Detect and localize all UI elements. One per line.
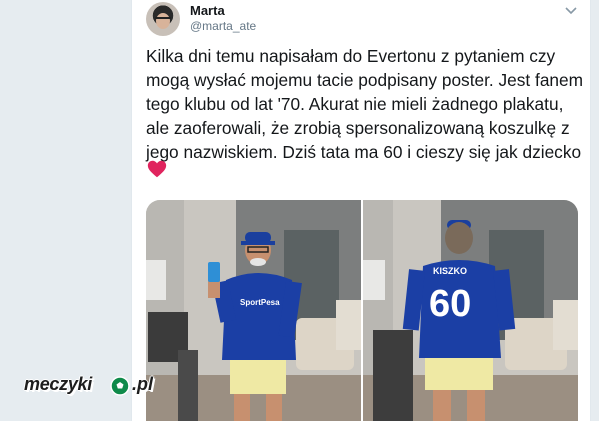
chevron-down-icon[interactable] [564,4,578,18]
avatar-glasses [155,17,171,23]
football-icon [110,376,130,396]
watermark-suffix: .pl [132,374,153,394]
tweet-text: Kilka dni temu napisałam do Evertonu z p… [146,46,584,162]
shirt-sponsor: SportPesa [240,298,280,307]
tweet-card: Marta @marta_ate Kilka dni temu napisała… [131,0,591,421]
photo-back[interactable]: KISZKO 60 [363,200,578,421]
profile-avatar[interactable] [146,2,180,36]
shirt-name: KISZKO [433,266,467,276]
photo-front[interactable]: SportPesa [146,200,361,421]
watermark-text: meczyki [24,374,92,394]
tweet-photos: SportPesa KISZKO 60 [146,200,578,421]
shirt-number: 60 [429,283,471,325]
meczyki-watermark: meczyki .pl [24,374,158,400]
author-handle[interactable]: @marta_ate [190,19,256,33]
red-heart-icon [146,158,168,180]
author-name[interactable]: Marta [190,3,225,18]
